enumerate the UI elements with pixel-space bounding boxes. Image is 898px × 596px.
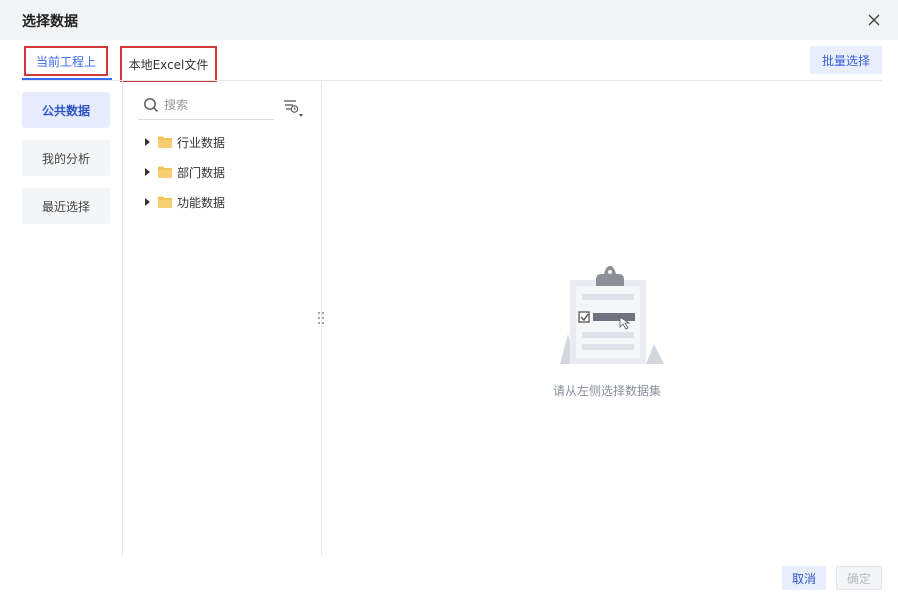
folder-icon (158, 166, 172, 178)
caret-right-icon[interactable] (142, 167, 152, 177)
dialog-title: 选择数据 (22, 14, 78, 30)
empty-state-text: 请从左侧选择数据集 (552, 384, 661, 398)
tree-item-label: 部门数据 (177, 165, 226, 180)
search-box (138, 92, 274, 120)
category-my-analysis[interactable]: 我的分析 (22, 140, 110, 176)
caret-right-icon[interactable] (142, 137, 152, 147)
tab-local-excel-label: 本地Excel文件 (128, 57, 209, 72)
close-icon[interactable] (866, 12, 882, 28)
search-icon (144, 98, 159, 113)
folder-icon (158, 196, 172, 208)
cancel-button[interactable]: 取消 (782, 566, 826, 590)
filter-sort-icon[interactable] (282, 97, 306, 119)
empty-clipboard-illustration-icon (560, 266, 664, 364)
dialog-header: 选择数据 (0, 0, 898, 40)
confirm-button[interactable]: 确定 (836, 566, 882, 590)
category-recent-selection[interactable]: 最近选择 (22, 188, 110, 224)
tree-item-function-data[interactable]: 功能数据 (142, 192, 225, 212)
tab-local-excel[interactable]: 本地Excel文件 (120, 46, 217, 82)
resize-handle-icon[interactable] (315, 310, 327, 326)
tree-item-label: 行业数据 (177, 135, 226, 150)
search-input[interactable] (164, 95, 268, 115)
tab-current-project-label: 当前工程上 (35, 54, 96, 69)
folder-icon (158, 136, 172, 148)
caret-right-icon[interactable] (142, 197, 152, 207)
tree-item-industry-data[interactable]: 行业数据 (142, 132, 225, 152)
tabs-divider (22, 80, 882, 81)
batch-select-button[interactable]: 批量选择 (810, 46, 882, 74)
tree-item-label: 功能数据 (177, 195, 226, 210)
tree-item-department-data[interactable]: 部门数据 (142, 162, 225, 182)
category-public-data[interactable]: 公共数据 (22, 92, 110, 128)
panel-divider-left (122, 81, 123, 556)
tab-current-project[interactable]: 当前工程上 (24, 46, 108, 76)
